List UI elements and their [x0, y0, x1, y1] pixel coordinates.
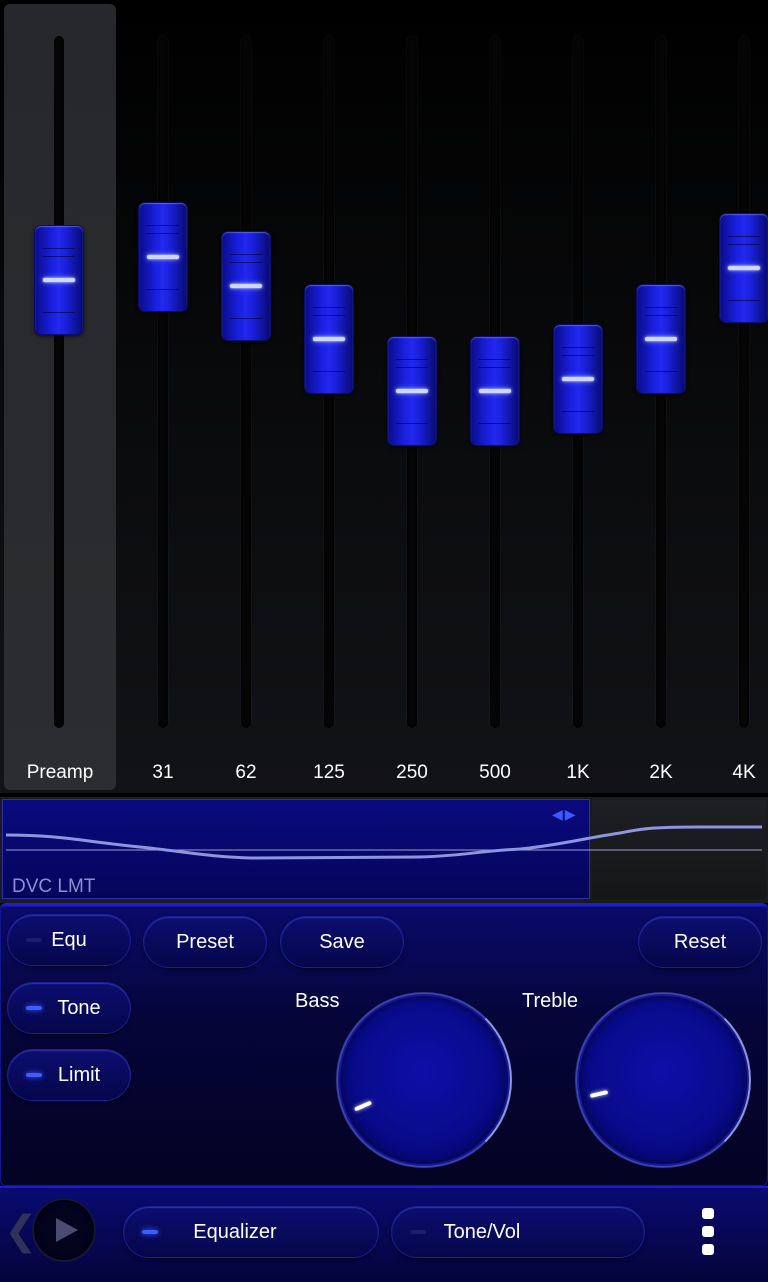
knob-indicator-line: [645, 337, 677, 341]
dvc-lmt-label: DVC LMT: [12, 876, 96, 897]
knob-ridge: [645, 307, 677, 308]
knob-ridge: [43, 248, 75, 249]
limit-led-indicator: [26, 1073, 42, 1077]
knob-ridge: [645, 315, 677, 316]
knob-ridge: [313, 307, 345, 308]
knob-ridge: [230, 318, 262, 319]
chevron-left-icon[interactable]: ❮: [4, 1208, 38, 1254]
knob-indicator-line: [562, 377, 594, 381]
slider-track-62[interactable]: [241, 36, 251, 728]
limit-toggle-label: Limit: [57, 1063, 101, 1086]
knob-ridge: [147, 225, 179, 226]
tone-toggle[interactable]: Tone: [8, 983, 130, 1033]
equalizer-tab-label: Equalizer: [193, 1220, 277, 1243]
reset-button[interactable]: Reset: [639, 917, 761, 967]
reset-button-label: Reset: [673, 930, 727, 953]
knob-ridge: [479, 423, 511, 424]
knob-ridge: [313, 315, 345, 316]
treble-knob[interactable]: [575, 992, 751, 1168]
knob-ridge: [396, 367, 428, 368]
bottom-navigation-bar: [0, 1186, 768, 1282]
knob-ridge: [230, 254, 262, 255]
play-button[interactable]: [34, 1200, 94, 1260]
knob-indicator-line: [728, 266, 760, 270]
band-label-2k: 2K: [649, 762, 673, 783]
tone-vol-tab-led: [410, 1230, 426, 1234]
knob-ridge: [313, 371, 345, 372]
limit-toggle[interactable]: Limit: [8, 1050, 130, 1100]
slider-track-4k[interactable]: [739, 36, 749, 728]
save-button[interactable]: Save: [281, 917, 403, 967]
knob-ridge: [562, 355, 594, 356]
slider-knob-31[interactable]: [139, 203, 187, 311]
slider-knob-62[interactable]: [222, 232, 270, 340]
band-label-1k: 1K: [566, 762, 590, 783]
slider-knob-2k[interactable]: [637, 285, 685, 393]
slider-track-31[interactable]: [158, 36, 168, 728]
knob-ridge: [479, 359, 511, 360]
band-label-4k: 4K: [732, 762, 756, 783]
curve-scroll-arrows-icon[interactable]: ◀▶: [552, 806, 578, 823]
bass-knob[interactable]: [336, 992, 512, 1168]
knob-indicator-line: [313, 337, 345, 341]
slider-knob-1k[interactable]: [554, 325, 602, 433]
knob-ridge: [562, 411, 594, 412]
tone-vol-tab[interactable]: Tone/Vol: [392, 1207, 644, 1257]
band-label-500: 500: [479, 762, 511, 783]
knob-ridge: [396, 423, 428, 424]
tone-toggle-label: Tone: [57, 996, 101, 1019]
knob-indicator-line: [43, 278, 75, 282]
slider-knob-125[interactable]: [305, 285, 353, 393]
band-label-250: 250: [396, 762, 428, 783]
slider-knob-250[interactable]: [388, 337, 436, 445]
bass-label: Bass: [295, 990, 340, 1012]
knob-ridge: [479, 367, 511, 368]
tone-led-indicator: [26, 1006, 42, 1010]
bass-knob-indicator: [354, 1100, 373, 1112]
knob-ridge: [230, 262, 262, 263]
knob-ridge: [147, 233, 179, 234]
knob-indicator-line: [147, 255, 179, 259]
knob-ridge: [43, 256, 75, 257]
eq-curve-display[interactable]: [0, 795, 768, 903]
overflow-menu-icon[interactable]: [700, 1208, 716, 1256]
slider-knob-4k[interactable]: [720, 214, 768, 322]
preset-button[interactable]: Preset: [144, 917, 266, 967]
slider-knob-500[interactable]: [471, 337, 519, 445]
save-button-label: Save: [319, 930, 365, 953]
band-label-31: 31: [152, 762, 174, 783]
curve-line: [5, 825, 762, 860]
equalizer-tab-led: [142, 1230, 158, 1234]
equ-led-indicator: [26, 938, 42, 942]
slider-knob-preamp[interactable]: [35, 226, 83, 334]
treble-knob-indicator: [589, 1090, 608, 1099]
equalizer-tab[interactable]: Equalizer: [124, 1207, 378, 1257]
knob-indicator-line: [396, 389, 428, 393]
equ-button[interactable]: Equ: [8, 915, 130, 965]
play-icon: [56, 1218, 78, 1242]
knob-ridge: [562, 347, 594, 348]
knob-ridge: [396, 359, 428, 360]
tone-vol-tab-label: Tone/Vol: [443, 1220, 521, 1243]
knob-ridge: [728, 244, 760, 245]
equ-button-label: Equ: [51, 928, 87, 951]
slider-track-preamp[interactable]: [54, 36, 64, 728]
band-label-62: 62: [235, 762, 257, 783]
knob-indicator-line: [230, 284, 262, 288]
preset-button-label: Preset: [176, 930, 234, 953]
band-label-preamp: Preamp: [26, 762, 94, 783]
eq-curve-graph: [5, 825, 762, 860]
knob-ridge: [645, 371, 677, 372]
treble-label: Treble: [522, 990, 578, 1012]
knob-ridge: [728, 300, 760, 301]
knob-ridge: [147, 289, 179, 290]
band-label-125: 125: [313, 762, 345, 783]
knob-ridge: [728, 236, 760, 237]
equalizer-sliders-area: Preamp 31 62 125 250 500 1K 2K 4K: [0, 0, 768, 793]
knob-indicator-line: [479, 389, 511, 393]
knob-ridge: [43, 312, 75, 313]
